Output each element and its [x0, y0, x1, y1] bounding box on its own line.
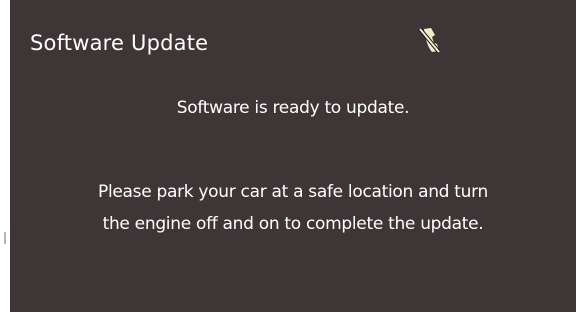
instruction-message: Please park your car at a safe location …	[10, 176, 576, 240]
ready-message: Software is ready to update.	[176, 98, 410, 118]
instruction-line-1: Please park your car at a safe location …	[98, 182, 488, 202]
phone-crossed-icon	[415, 25, 443, 55]
software-update-screen: Software Update Software is ready to upd…	[10, 0, 576, 312]
edge-artifact	[4, 232, 6, 244]
instruction-line-2: the engine off and on to complete the up…	[102, 214, 484, 234]
page-title: Software Update	[30, 31, 209, 55]
